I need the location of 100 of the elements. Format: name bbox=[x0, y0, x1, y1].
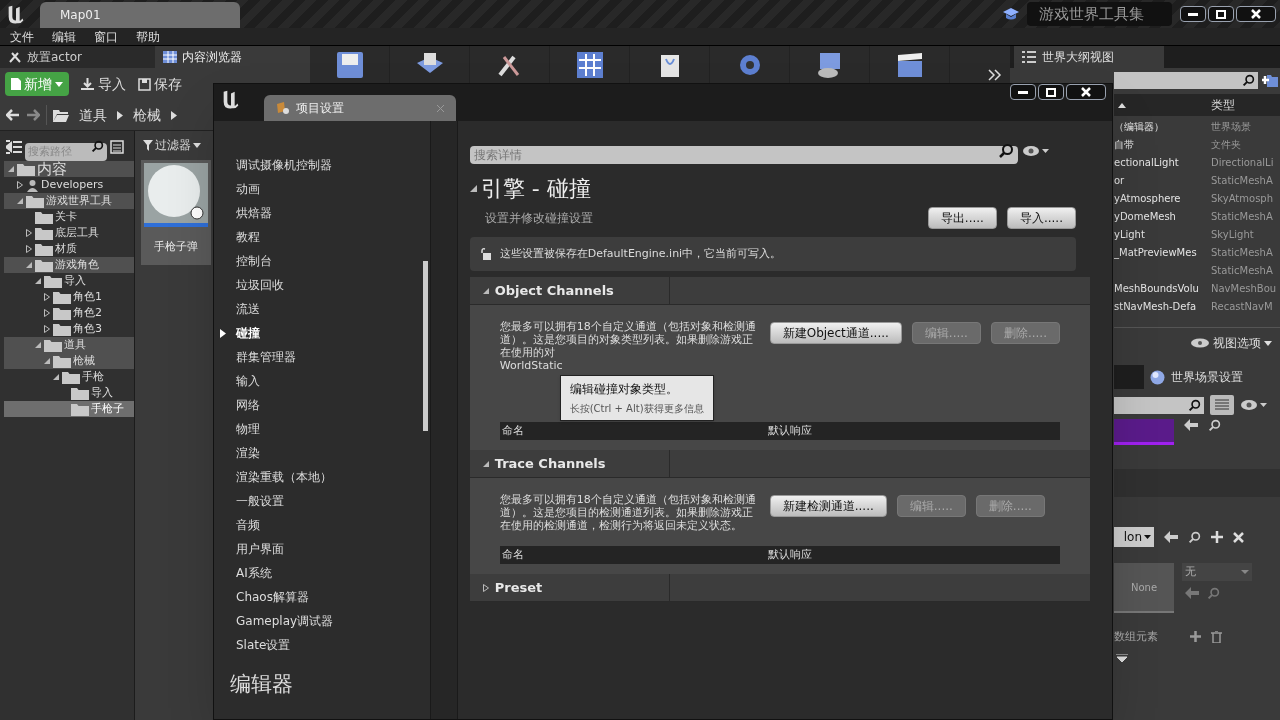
settings-nav-item[interactable]: Chaos解算器 bbox=[220, 585, 422, 609]
section-header[interactable]: Object Channels bbox=[469, 277, 1090, 305]
settings-nav-item[interactable]: 渲染重载（本地） bbox=[220, 465, 422, 489]
minimize-button[interactable] bbox=[1010, 84, 1036, 100]
folder-tree-item[interactable]: 手枪 bbox=[4, 369, 134, 385]
folder-tree-item[interactable]: 内容 bbox=[4, 161, 134, 177]
import-button[interactable]: 导入 bbox=[77, 73, 130, 95]
collapse-list-icon[interactable] bbox=[6, 140, 22, 154]
settings-nav-item[interactable]: 音频 bbox=[220, 513, 422, 537]
outliner-row[interactable]: _MatPreviewMes StaticMeshA bbox=[1114, 243, 1280, 261]
filter-button[interactable]: 过滤器 bbox=[143, 136, 201, 154]
maximize-button[interactable] bbox=[1208, 6, 1234, 22]
settings-nav-item[interactable]: AI系统 bbox=[220, 561, 422, 585]
graduation-cap-icon[interactable] bbox=[1003, 7, 1019, 21]
settings-nav-item[interactable]: 垃圾回收 bbox=[220, 273, 422, 297]
folder-tree-item[interactable]: 手枪子 bbox=[4, 401, 134, 417]
folder-tree-item[interactable]: 道具 bbox=[4, 337, 134, 353]
menu-item[interactable]: 窗口 bbox=[94, 27, 118, 46]
search-field[interactable]: 搜索详情 bbox=[469, 146, 1018, 164]
view-options-button[interactable]: 视图选项 bbox=[1190, 334, 1272, 352]
double-chevron-icon[interactable] bbox=[988, 69, 1002, 81]
folder-tree-item[interactable]: 导入 bbox=[4, 273, 134, 289]
outliner-row[interactable]: （编辑器） 世界场景 bbox=[1114, 117, 1280, 135]
chevron-right-icon[interactable] bbox=[117, 110, 123, 120]
expand-arrow-icon[interactable] bbox=[481, 286, 490, 295]
back-arrow-icon[interactable] bbox=[6, 109, 20, 121]
search-field[interactable] bbox=[1114, 396, 1204, 414]
maximize-button[interactable] bbox=[1038, 84, 1064, 100]
panel-tab[interactable]: 放置actor bbox=[0, 46, 155, 68]
settings-nav-item[interactable]: 调试摄像机控制器 bbox=[220, 153, 422, 177]
folder-tree-item[interactable]: 角色3 bbox=[4, 321, 134, 337]
folder-icon[interactable] bbox=[53, 108, 69, 122]
settings-nav-item[interactable]: 控制台 bbox=[220, 249, 422, 273]
folder-tree-item[interactable]: 游戏角色 bbox=[4, 257, 134, 273]
folder-tree-item[interactable]: 枪械 bbox=[4, 353, 134, 369]
search-icon[interactable] bbox=[1188, 398, 1201, 412]
section-header[interactable]: Preset bbox=[469, 574, 1090, 602]
search-icon[interactable] bbox=[1188, 530, 1201, 544]
settings-nav-item[interactable]: Slate设置 bbox=[220, 633, 422, 657]
outliner-row[interactable]: stNavMesh-Defa RecastNavM bbox=[1114, 297, 1280, 315]
enum-dropdown[interactable]: lon bbox=[1114, 527, 1154, 547]
folder-tree-item[interactable]: 角色2 bbox=[4, 305, 134, 321]
close-button[interactable] bbox=[1066, 84, 1106, 100]
new-channel-button[interactable]: 新建检测通道..... bbox=[769, 495, 887, 517]
close-button[interactable] bbox=[1236, 6, 1276, 22]
eye-dropdown-icon[interactable] bbox=[1240, 399, 1268, 411]
collapse-arrow-icon[interactable] bbox=[469, 185, 477, 192]
list-view-icon[interactable] bbox=[110, 140, 124, 154]
outliner-row[interactable]: yLight SkyLight bbox=[1114, 225, 1280, 243]
menu-item[interactable]: 编辑 bbox=[52, 27, 76, 46]
settings-nav-item[interactable]: 烘焙器 bbox=[220, 201, 422, 225]
scrollbar-thumb[interactable] bbox=[423, 261, 429, 431]
menu-item[interactable]: 文件 bbox=[10, 27, 34, 46]
outliner-row[interactable]: MeshBoundsVolu NavMeshBou bbox=[1114, 279, 1280, 297]
settings-nav-item[interactable]: 一般设置 bbox=[220, 489, 422, 513]
outliner-row[interactable]: StaticMeshA bbox=[1114, 261, 1280, 279]
export-button[interactable]: 导出..... bbox=[927, 207, 997, 229]
new-channel-button[interactable]: 新建Object通道..... bbox=[769, 322, 902, 344]
outliner-row[interactable]: ectionalLight DirectionalLi bbox=[1114, 153, 1280, 171]
reset-arrow-icon[interactable] bbox=[1164, 531, 1178, 543]
reset-arrow-icon[interactable] bbox=[1184, 419, 1198, 431]
forward-arrow-icon[interactable] bbox=[26, 109, 40, 121]
add-folder-icon[interactable] bbox=[1262, 73, 1278, 87]
settings-nav-item[interactable]: 教程 bbox=[220, 225, 422, 249]
settings-nav-item[interactable]: 碰撞 bbox=[220, 321, 422, 345]
expand-arrow-icon[interactable] bbox=[481, 459, 490, 468]
settings-nav-item[interactable]: 输入 bbox=[220, 369, 422, 393]
folder-tree-item[interactable]: 底层工具 bbox=[4, 225, 134, 241]
outliner-row[interactable]: 自带 文件夹 bbox=[1114, 135, 1280, 153]
panel-tab[interactable]: 世界场景设置 bbox=[1144, 365, 1280, 389]
expand-arrow-icon[interactable] bbox=[481, 583, 490, 592]
folder-tree-item[interactable]: 角色1 bbox=[4, 289, 134, 305]
plus-icon[interactable] bbox=[1190, 631, 1201, 643]
settings-nav-item[interactable]: 流送 bbox=[220, 297, 422, 321]
asset-tile[interactable]: 手枪子弹 bbox=[141, 160, 211, 265]
search-field[interactable] bbox=[1114, 71, 1258, 89]
asset-dropdown[interactable]: 无 bbox=[1182, 563, 1252, 581]
search-icon[interactable] bbox=[91, 140, 104, 153]
breadcrumb-link[interactable]: 道具 bbox=[75, 104, 111, 126]
chevron-right-icon[interactable] bbox=[171, 110, 177, 120]
settings-nav-item[interactable]: 物理 bbox=[220, 417, 422, 441]
panel-tab[interactable]: 内容浏览器 bbox=[155, 46, 310, 68]
minimize-button[interactable] bbox=[1180, 6, 1206, 22]
search-icon[interactable] bbox=[1208, 419, 1221, 432]
trash-icon[interactable] bbox=[1211, 631, 1222, 644]
eye-dropdown-icon[interactable] bbox=[1021, 145, 1050, 157]
settings-nav-item[interactable]: 网络 bbox=[220, 393, 422, 417]
settings-nav-item[interactable]: 渲染 bbox=[220, 441, 422, 465]
outliner-row[interactable]: yAtmosphere SkyAtmosph bbox=[1114, 189, 1280, 207]
settings-nav-item[interactable]: Gameplay调试器 bbox=[220, 609, 422, 633]
outliner-row[interactable]: yDomeMesh StaticMeshA bbox=[1114, 207, 1280, 225]
folder-tree-item[interactable]: 关卡 bbox=[4, 209, 134, 225]
search-icon[interactable] bbox=[1242, 73, 1255, 87]
settings-nav-item[interactable]: 动画 bbox=[220, 177, 422, 201]
panel-tab[interactable]: 世界大纲视图 bbox=[1014, 46, 1164, 68]
folder-tree-item[interactable]: 导入 bbox=[4, 385, 134, 401]
settings-nav-item[interactable]: 群集管理器 bbox=[220, 345, 422, 369]
window-tab[interactable]: 项目设置 bbox=[264, 95, 456, 121]
search-icon[interactable] bbox=[997, 143, 1014, 159]
column-header[interactable]: 类型 bbox=[1114, 94, 1280, 116]
